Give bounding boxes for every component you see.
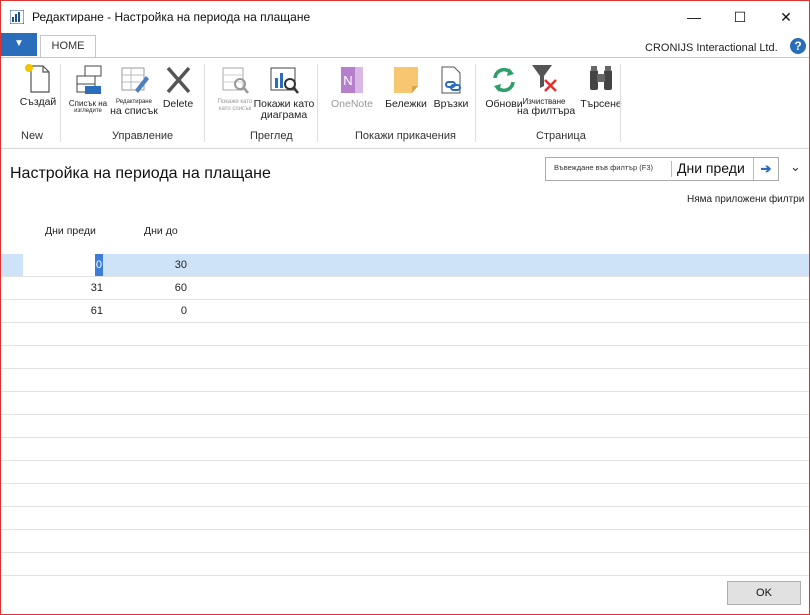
notes-button[interactable]: Бележки (381, 64, 431, 110)
cell-days-before[interactable]: 0 (23, 254, 103, 276)
delete-label: Delete (162, 98, 194, 110)
link-icon (441, 66, 461, 94)
title-bar: Редактиране - Настройка на периода на пл… (1, 1, 809, 33)
group-view-label: Преглед (250, 130, 293, 142)
links-label: Връзки (433, 98, 469, 110)
delete-icon (166, 66, 191, 94)
help-icon[interactable]: ? (790, 38, 806, 54)
cell-days-to[interactable]: 60 (107, 277, 187, 299)
list-views-label-1: Списък на (68, 99, 108, 108)
new-document-icon (25, 64, 50, 93)
filter-go-icon[interactable]: ➔ (753, 158, 778, 180)
onenote-label: OneNote (330, 98, 374, 110)
show-list-icon (222, 67, 249, 94)
chart-icon (270, 67, 299, 94)
window-title: Редактиране - Настройка на периода на пл… (32, 10, 311, 24)
cell-days-before[interactable]: 31 (23, 277, 103, 299)
app-logo-icon (10, 10, 24, 24)
ribbon: Създай New Списък на изгледите Редактира… (1, 57, 809, 149)
minimize-button[interactable]: — (671, 1, 717, 33)
ribbon-separator (204, 64, 205, 142)
refresh-icon (493, 67, 515, 93)
column-header-days-to[interactable]: Дни до (144, 225, 178, 237)
clear-filter-label-2: на филтъра (517, 105, 576, 117)
empty-row (1, 369, 809, 392)
create-label: Създай (19, 96, 57, 108)
filter-input[interactable]: Въвеждане във филтър (F3) (554, 163, 653, 172)
ribbon-separator (475, 64, 476, 142)
empty-row (1, 530, 809, 553)
group-page-label: Страница (536, 130, 586, 142)
close-button[interactable]: ✕ (763, 1, 809, 33)
empty-row (1, 461, 809, 484)
edit-list-button[interactable]: Редактиране на списък (109, 64, 159, 117)
filter-divider (671, 161, 672, 177)
empty-row (1, 415, 809, 438)
page-title: Настройка на периода на плащане (10, 165, 271, 182)
show-as-chart-button[interactable]: Покажи като диаграма (251, 64, 317, 121)
edit-list-icon (121, 67, 149, 93)
list-views-label-2: изгледите (74, 108, 102, 114)
svg-text:N: N (343, 73, 352, 88)
cell-edit-value[interactable]: 0 (94, 254, 103, 276)
cell-days-to[interactable]: 30 (107, 254, 187, 276)
row-selector[interactable] (1, 277, 23, 299)
onenote-button[interactable]: N OneNote (325, 64, 379, 110)
binoculars-icon (590, 66, 612, 90)
clear-filter-icon (532, 65, 557, 92)
list-views-button[interactable]: Списък на изгледите (63, 64, 113, 115)
filter-field-select[interactable]: Дни преди (677, 160, 745, 176)
row-selector[interactable] (1, 300, 23, 322)
chevron-down-icon[interactable]: ⌄ (790, 159, 801, 175)
ok-button[interactable]: OK (727, 581, 801, 605)
column-header-days-before[interactable]: Дни преди (45, 225, 96, 237)
onenote-icon: N (341, 67, 363, 93)
filter-status: Няма приложени филтри (687, 194, 805, 205)
maximize-button[interactable]: ☐ (717, 1, 763, 33)
clear-filter-button[interactable]: Изчистване на филтъра (517, 62, 576, 117)
ribbon-separator (317, 64, 318, 142)
create-button[interactable]: Създай (15, 62, 61, 108)
empty-row (1, 484, 809, 507)
app-menu-button[interactable]: ▼ (1, 33, 37, 56)
edit-list-label-2: на списък (110, 105, 158, 117)
list-views-icon (76, 65, 102, 94)
data-grid: 0 30 31 60 61 0 (1, 254, 809, 576)
empty-row (1, 507, 809, 530)
tab-home[interactable]: HOME (40, 35, 96, 57)
empty-row (1, 438, 809, 461)
ribbon-separator (620, 64, 621, 142)
empty-row (1, 323, 809, 346)
notes-icon (394, 67, 418, 93)
ribbon-tab-bar: ▼ HOME CRONIJS Interactional Ltd. ? (1, 33, 809, 57)
group-attachments-label: Покажи прикачения (355, 130, 456, 142)
company-name[interactable]: CRONIJS Interactional Ltd. (645, 42, 778, 54)
table-row[interactable]: 61 0 (1, 300, 809, 323)
group-new-label: New (21, 130, 44, 142)
delete-button[interactable]: Delete (157, 64, 199, 110)
cell-days-before[interactable]: 61 (23, 300, 103, 322)
app-window: Редактиране - Настройка на периода на пл… (0, 0, 810, 615)
table-row[interactable]: 31 60 (1, 277, 809, 300)
ribbon-separator (60, 64, 61, 142)
links-button[interactable]: Връзки (429, 64, 473, 110)
row-selector[interactable] (1, 254, 23, 276)
notes-label: Бележки (385, 98, 427, 110)
group-manage-label: Управление (112, 130, 174, 142)
cell-days-to[interactable]: 0 (107, 300, 187, 322)
empty-row (1, 346, 809, 369)
filter-box[interactable]: Въвеждане във филтър (F3) Дни преди ➔ (545, 157, 779, 181)
table-row[interactable]: 0 30 (1, 254, 809, 277)
empty-row (1, 553, 809, 576)
empty-row (1, 392, 809, 415)
show-chart-label-2: диаграма (260, 109, 308, 121)
